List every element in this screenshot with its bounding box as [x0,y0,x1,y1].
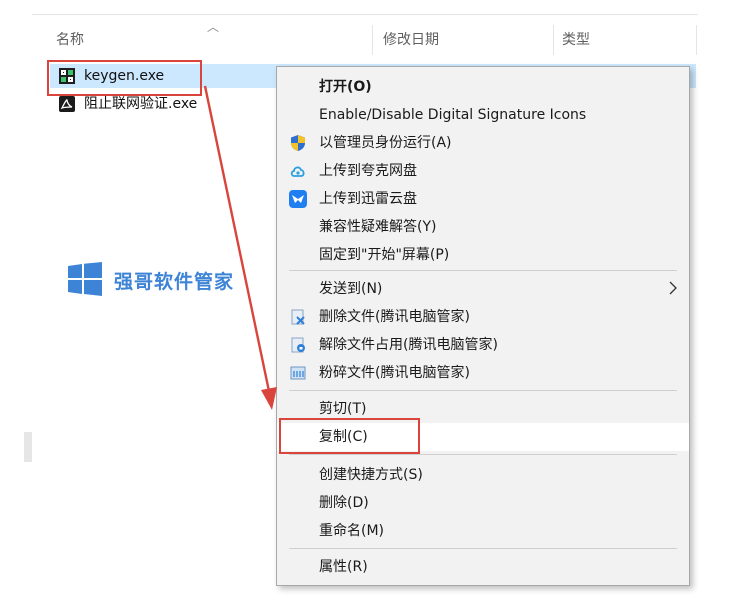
tencent-delete-icon [291,309,305,325]
menu-item-tencent-delete[interactable]: 删除文件(腾讯电脑管家) [277,303,689,331]
column-modified-header[interactable]: 修改日期 [383,31,439,49]
menu-item-label: 发送到(N) [319,281,383,297]
quark-cloud-icon [290,166,305,177]
tencent-unlock-icon [291,337,305,353]
menu-item-properties[interactable]: 属性(R) [277,553,689,581]
menu-item-label: 上传到迅雷云盘 [319,191,417,207]
watermark-text: 强哥软件管家 [114,271,235,293]
menu-item-create-shortcut[interactable]: 创建快捷方式(S) [277,461,689,489]
menu-item-label: 上传到夸克网盘 [319,163,417,179]
column-header: 名称 ︿ 修改日期 类型 [32,14,698,63]
menu-item-digital-signature[interactable]: Enable/Disable Digital Signature Icons [277,101,689,129]
menu-item-delete[interactable]: 删除(D) [277,489,689,517]
menu-item-label: 删除(D) [319,495,369,511]
menu-item-label: 固定到"开始"屏幕(P) [319,247,450,263]
watermark: 强哥软件管家 [68,262,238,298]
column-divider[interactable] [553,25,554,55]
acrobat-app-icon [59,96,75,112]
menu-separator [289,270,677,271]
column-type-header[interactable]: 类型 [562,31,590,49]
menu-item-upload-quark[interactable]: 上传到夸克网盘 [277,157,689,185]
menu-item-label: 解除文件占用(腾讯电脑管家) [319,337,498,353]
menu-item-send-to[interactable]: 发送到(N) [277,275,689,303]
sort-ascending-icon: ︿ [207,20,220,34]
menu-item-label: 属性(R) [319,559,368,575]
menu-item-upload-xunlei[interactable]: 上传到迅雷云盘 [277,185,689,213]
windows-logo-icon [68,262,102,296]
menu-item-label: 以管理员身份运行(A) [319,135,452,151]
menu-item-compatibility[interactable]: 兼容性疑难解答(Y) [277,213,689,241]
chevron-right-icon [669,281,677,295]
column-name-header[interactable]: 名称 [56,31,84,49]
menu-separator [289,548,677,549]
context-menu: 打开(O) Enable/Disable Digital Signature I… [276,66,690,586]
menu-item-label: 创建快捷方式(S) [319,467,423,483]
annotation-highlight-box [279,418,420,454]
uac-shield-icon [291,135,305,151]
menu-item-label: 粉碎文件(腾讯电脑管家) [319,365,470,381]
scrollbar-thumb[interactable] [24,432,32,462]
menu-item-label: Enable/Disable Digital Signature Icons [319,107,587,123]
menu-separator [289,454,677,455]
menu-item-label: 剪切(T) [319,401,367,417]
column-divider[interactable] [372,25,373,55]
menu-item-rename[interactable]: 重命名(M) [277,517,689,545]
column-divider[interactable] [696,25,697,55]
tencent-shred-icon [290,366,306,380]
annotation-highlight-box [47,60,202,96]
file-name: 阻止联网验证.exe [84,96,198,112]
menu-item-label: 打开(O) [319,79,372,95]
menu-item-label: 重命名(M) [319,523,385,539]
menu-separator [289,390,677,391]
xunlei-icon [289,190,307,208]
menu-item-label: 删除文件(腾讯电脑管家) [319,309,470,325]
file-explorer-window: 名称 ︿ 修改日期 类型 keygen.exe 阻止联网验证.exe 强哥软件管… [0,0,741,608]
menu-item-run-as-admin[interactable]: 以管理员身份运行(A) [277,129,689,157]
menu-item-label: 兼容性疑难解答(Y) [319,219,437,235]
menu-item-tencent-unlock[interactable]: 解除文件占用(腾讯电脑管家) [277,331,689,359]
menu-item-tencent-shred[interactable]: 粉碎文件(腾讯电脑管家) [277,359,689,387]
menu-item-open[interactable]: 打开(O) [277,73,689,101]
menu-item-pin-start[interactable]: 固定到"开始"屏幕(P) [277,241,689,269]
